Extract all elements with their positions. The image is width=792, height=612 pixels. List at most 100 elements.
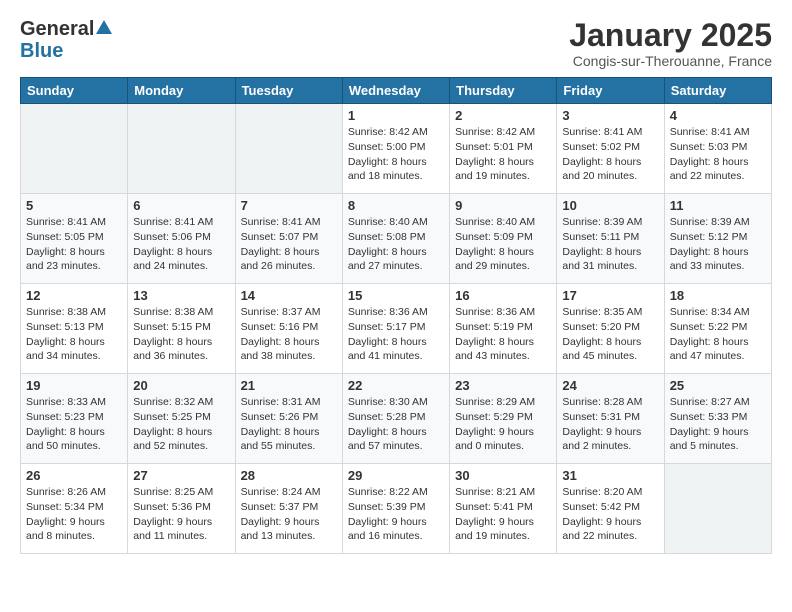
day-info: Sunrise: 8:41 AM Sunset: 5:05 PM Dayligh… — [26, 215, 122, 274]
day-cell: 15 Sunrise: 8:36 AM Sunset: 5:17 PM Dayli… — [342, 284, 449, 374]
day-number: 4 — [670, 108, 766, 123]
day-cell: 9 Sunrise: 8:40 AM Sunset: 5:09 PM Daylig… — [450, 194, 557, 284]
day-number: 15 — [348, 288, 444, 303]
weekday-header-row: SundayMondayTuesdayWednesdayThursdayFrid… — [21, 78, 772, 104]
day-number: 26 — [26, 468, 122, 483]
logo-icon — [96, 20, 112, 39]
day-info: Sunrise: 8:22 AM Sunset: 5:39 PM Dayligh… — [348, 485, 444, 544]
day-info: Sunrise: 8:39 AM Sunset: 5:12 PM Dayligh… — [670, 215, 766, 274]
day-info: Sunrise: 8:38 AM Sunset: 5:13 PM Dayligh… — [26, 305, 122, 364]
day-cell — [664, 464, 771, 554]
day-info: Sunrise: 8:37 AM Sunset: 5:16 PM Dayligh… — [241, 305, 337, 364]
day-info: Sunrise: 8:42 AM Sunset: 5:00 PM Dayligh… — [348, 125, 444, 184]
day-number: 10 — [562, 198, 658, 213]
day-cell: 30Sunrise: 8:21 AM Sunset: 5:41 PM Dayli… — [450, 464, 557, 554]
day-number: 17 — [562, 288, 658, 303]
day-number: 9 — [455, 198, 551, 213]
day-number: 25 — [670, 378, 766, 393]
weekday-header-thursday: Thursday — [450, 78, 557, 104]
day-cell: 11 Sunrise: 8:39 AM Sunset: 5:12 PM Dayli… — [664, 194, 771, 284]
day-number: 31 — [562, 468, 658, 483]
day-cell — [21, 104, 128, 194]
day-number: 16 — [455, 288, 551, 303]
week-row-4: 19 Sunrise: 8:33 AM Sunset: 5:23 PM Dayli… — [21, 374, 772, 464]
header: General Blue January 2025 Congis-sur-The… — [10, 10, 782, 73]
day-cell: 8 Sunrise: 8:40 AM Sunset: 5:08 PM Daylig… — [342, 194, 449, 284]
day-number: 18 — [670, 288, 766, 303]
day-number: 19 — [26, 378, 122, 393]
day-info: Sunrise: 8:29 AM Sunset: 5:29 PM Dayligh… — [455, 395, 551, 454]
day-info: Sunrise: 8:42 AM Sunset: 5:01 PM Dayligh… — [455, 125, 551, 184]
day-cell — [235, 104, 342, 194]
day-info: Sunrise: 8:25 AM Sunset: 5:36 PM Dayligh… — [133, 485, 229, 544]
day-number: 22 — [348, 378, 444, 393]
day-info: Sunrise: 8:35 AM Sunset: 5:20 PM Dayligh… — [562, 305, 658, 364]
week-row-2: 5 Sunrise: 8:41 AM Sunset: 5:05 PM Daylig… — [21, 194, 772, 284]
weekday-header-sunday: Sunday — [21, 78, 128, 104]
day-cell: 10 Sunrise: 8:39 AM Sunset: 5:11 PM Dayli… — [557, 194, 664, 284]
title-area: January 2025 Congis-sur-Therouanne, Fran… — [569, 18, 772, 69]
day-info: Sunrise: 8:33 AM Sunset: 5:23 PM Dayligh… — [26, 395, 122, 454]
day-cell: 17 Sunrise: 8:35 AM Sunset: 5:20 PM Dayli… — [557, 284, 664, 374]
weekday-header-monday: Monday — [128, 78, 235, 104]
weekday-header-wednesday: Wednesday — [342, 78, 449, 104]
day-cell: 2 Sunrise: 8:42 AM Sunset: 5:01 PM Daylig… — [450, 104, 557, 194]
day-cell: 16 Sunrise: 8:36 AM Sunset: 5:19 PM Dayli… — [450, 284, 557, 374]
day-info: Sunrise: 8:36 AM Sunset: 5:17 PM Dayligh… — [348, 305, 444, 364]
day-cell: 29 Sunrise: 8:22 AM Sunset: 5:39 PM Dayli… — [342, 464, 449, 554]
day-info: Sunrise: 8:32 AM Sunset: 5:25 PM Dayligh… — [133, 395, 229, 454]
week-row-3: 12 Sunrise: 8:38 AM Sunset: 5:13 PM Dayli… — [21, 284, 772, 374]
day-info: Sunrise: 8:27 AM Sunset: 5:33 PM Dayligh… — [670, 395, 766, 454]
logo-blue: Blue — [20, 40, 63, 62]
day-number: 12 — [26, 288, 122, 303]
day-info: Sunrise: 8:30 AM Sunset: 5:28 PM Dayligh… — [348, 395, 444, 454]
day-info: Sunrise: 8:41 AM Sunset: 5:02 PM Dayligh… — [562, 125, 658, 184]
logo: General Blue — [20, 18, 112, 63]
day-info: Sunrise: 8:38 AM Sunset: 5:15 PM Dayligh… — [133, 305, 229, 364]
day-number: 6 — [133, 198, 229, 213]
day-number: 14 — [241, 288, 337, 303]
day-cell: 1 Sunrise: 8:42 AM Sunset: 5:00 PM Daylig… — [342, 104, 449, 194]
day-cell: 7 Sunrise: 8:41 AM Sunset: 5:07 PM Daylig… — [235, 194, 342, 284]
day-number: 28 — [241, 468, 337, 483]
day-number: 11 — [670, 198, 766, 213]
day-info: Sunrise: 8:39 AM Sunset: 5:11 PM Dayligh… — [562, 215, 658, 274]
day-number: 3 — [562, 108, 658, 123]
calendar-subtitle: Congis-sur-Therouanne, France — [569, 53, 772, 69]
day-cell: 14 Sunrise: 8:37 AM Sunset: 5:16 PM Dayli… — [235, 284, 342, 374]
day-number: 7 — [241, 198, 337, 213]
day-info: Sunrise: 8:36 AM Sunset: 5:19 PM Dayligh… — [455, 305, 551, 364]
day-cell: 12 Sunrise: 8:38 AM Sunset: 5:13 PM Dayli… — [21, 284, 128, 374]
day-cell: 25 Sunrise: 8:27 AM Sunset: 5:33 PM Dayli… — [664, 374, 771, 464]
day-number: 13 — [133, 288, 229, 303]
weekday-header-tuesday: Tuesday — [235, 78, 342, 104]
week-row-1: 1 Sunrise: 8:42 AM Sunset: 5:00 PM Daylig… — [21, 104, 772, 194]
day-info: Sunrise: 8:28 AM Sunset: 5:31 PM Dayligh… — [562, 395, 658, 454]
day-info: Sunrise: 8:41 AM Sunset: 5:03 PM Dayligh… — [670, 125, 766, 184]
day-info: Sunrise: 8:41 AM Sunset: 5:07 PM Dayligh… — [241, 215, 337, 274]
day-cell: 18 Sunrise: 8:34 AM Sunset: 5:22 PM Dayli… — [664, 284, 771, 374]
day-number: 20 — [133, 378, 229, 393]
day-info: Sunrise: 8:40 AM Sunset: 5:08 PM Dayligh… — [348, 215, 444, 274]
calendar-table: SundayMondayTuesdayWednesdayThursdayFrid… — [20, 77, 772, 554]
day-cell — [128, 104, 235, 194]
logo-general: General — [20, 18, 94, 40]
calendar-title: January 2025 — [569, 18, 772, 53]
day-cell: 6Sunrise: 8:41 AM Sunset: 5:06 PM Daylig… — [128, 194, 235, 284]
day-info: Sunrise: 8:34 AM Sunset: 5:22 PM Dayligh… — [670, 305, 766, 364]
weekday-header-saturday: Saturday — [664, 78, 771, 104]
day-number: 5 — [26, 198, 122, 213]
day-number: 21 — [241, 378, 337, 393]
day-info: Sunrise: 8:31 AM Sunset: 5:26 PM Dayligh… — [241, 395, 337, 454]
day-number: 1 — [348, 108, 444, 123]
week-row-5: 26Sunrise: 8:26 AM Sunset: 5:34 PM Dayli… — [21, 464, 772, 554]
weekday-header-friday: Friday — [557, 78, 664, 104]
day-number: 23 — [455, 378, 551, 393]
day-number: 29 — [348, 468, 444, 483]
day-cell: 21 Sunrise: 8:31 AM Sunset: 5:26 PM Dayli… — [235, 374, 342, 464]
day-cell: 13 Sunrise: 8:38 AM Sunset: 5:15 PM Dayli… — [128, 284, 235, 374]
day-info: Sunrise: 8:40 AM Sunset: 5:09 PM Dayligh… — [455, 215, 551, 274]
day-number: 2 — [455, 108, 551, 123]
day-number: 30 — [455, 468, 551, 483]
day-number: 8 — [348, 198, 444, 213]
